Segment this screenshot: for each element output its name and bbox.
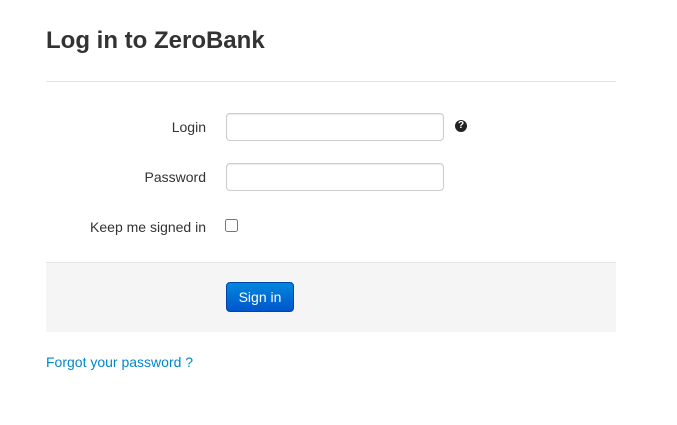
question-circle-icon[interactable]: ? xyxy=(455,120,467,132)
login-page: Log in to ZeroBank Login ? Password Keep… xyxy=(0,0,677,425)
keep-signed-in-label: Keep me signed in xyxy=(90,219,206,235)
password-input[interactable] xyxy=(226,163,444,191)
page-title: Log in to ZeroBank xyxy=(46,27,265,54)
title-divider xyxy=(46,81,616,82)
form-actions xyxy=(46,262,616,332)
login-input[interactable] xyxy=(226,113,444,141)
forgot-password-link[interactable]: Forgot your password ? xyxy=(46,352,193,372)
password-label: Password xyxy=(144,169,206,185)
sign-in-button[interactable]: Sign in xyxy=(226,282,294,312)
login-label: Login xyxy=(171,119,206,135)
keep-signed-in-checkbox[interactable] xyxy=(225,219,238,232)
